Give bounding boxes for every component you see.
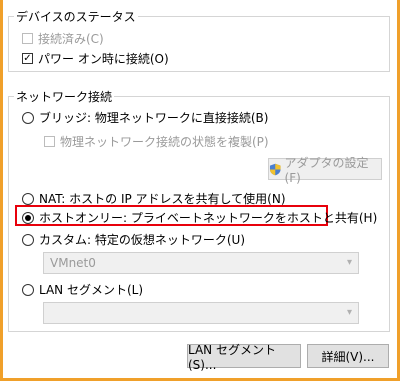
connect-power-on-label: パワー オン時に接続(O) <box>38 52 169 66</box>
lan-segments-button-label: LAN セグメント(S)... <box>188 342 276 372</box>
host-only-label: ホストオンリー: プライベートネットワークをホストと共有(H) <box>39 211 378 225</box>
custom-label: カスタム: 特定の仮想ネットワーク(U) <box>39 233 246 247</box>
advanced-button-label: 詳細(V)... <box>321 349 375 364</box>
lan-segments-button[interactable]: LAN セグメント(S)... <box>187 343 301 372</box>
replicate-checkbox[interactable] <box>44 136 55 147</box>
adapter-settings-label: アダプタの設定(F) <box>284 155 369 185</box>
lan-segment-radio[interactable] <box>22 283 34 296</box>
host-only-radio[interactable] <box>22 211 34 224</box>
replicate-checkbox-row[interactable]: 物理ネットワーク接続の状態を複製(P) <box>44 133 269 150</box>
custom-network-select[interactable]: VMnet0 ▾ <box>43 252 359 274</box>
advanced-button[interactable]: 詳細(V)... <box>307 344 389 368</box>
device-status-title: デバイスのステータス <box>14 8 138 25</box>
bridged-label: ブリッジ: 物理ネットワークに直接接続(B) <box>39 111 269 125</box>
shield-icon <box>269 163 281 175</box>
connected-label: 接続済み(C) <box>38 32 104 46</box>
bridged-radio-row[interactable]: ブリッジ: 物理ネットワークに直接接続(B) <box>22 109 268 126</box>
host-only-radio-row[interactable]: ホストオンリー: プライベートネットワークをホストと共有(H) <box>22 209 377 226</box>
chevron-down-icon: ▾ <box>346 257 352 268</box>
custom-radio-row[interactable]: カスタム: 特定の仮想ネットワーク(U) <box>22 231 245 248</box>
lan-segment-select[interactable]: ▾ <box>43 302 359 324</box>
radio-selected-dot <box>25 214 31 221</box>
custom-network-value: VMnet0 <box>50 256 96 270</box>
bridged-radio[interactable] <box>22 111 34 124</box>
connected-checkbox-row[interactable]: 接続済み(C) <box>22 30 104 47</box>
replicate-label: 物理ネットワーク接続の状態を複製(P) <box>60 135 269 149</box>
network-connection-title: ネットワーク接続 <box>14 88 115 105</box>
connect-power-on-checkbox[interactable]: ✓ <box>22 53 33 64</box>
nat-radio[interactable] <box>22 192 34 205</box>
adapter-settings-button[interactable]: アダプタの設定(F) <box>268 156 382 185</box>
connected-checkbox[interactable] <box>22 33 33 44</box>
custom-radio[interactable] <box>22 233 34 246</box>
chevron-down-icon: ▾ <box>346 307 352 318</box>
lan-segment-label: LAN セグメント(L) <box>39 283 144 297</box>
connect-power-on-checkbox-row[interactable]: ✓ パワー オン時に接続(O) <box>22 50 169 67</box>
lan-segment-radio-row[interactable]: LAN セグメント(L) <box>22 281 143 298</box>
